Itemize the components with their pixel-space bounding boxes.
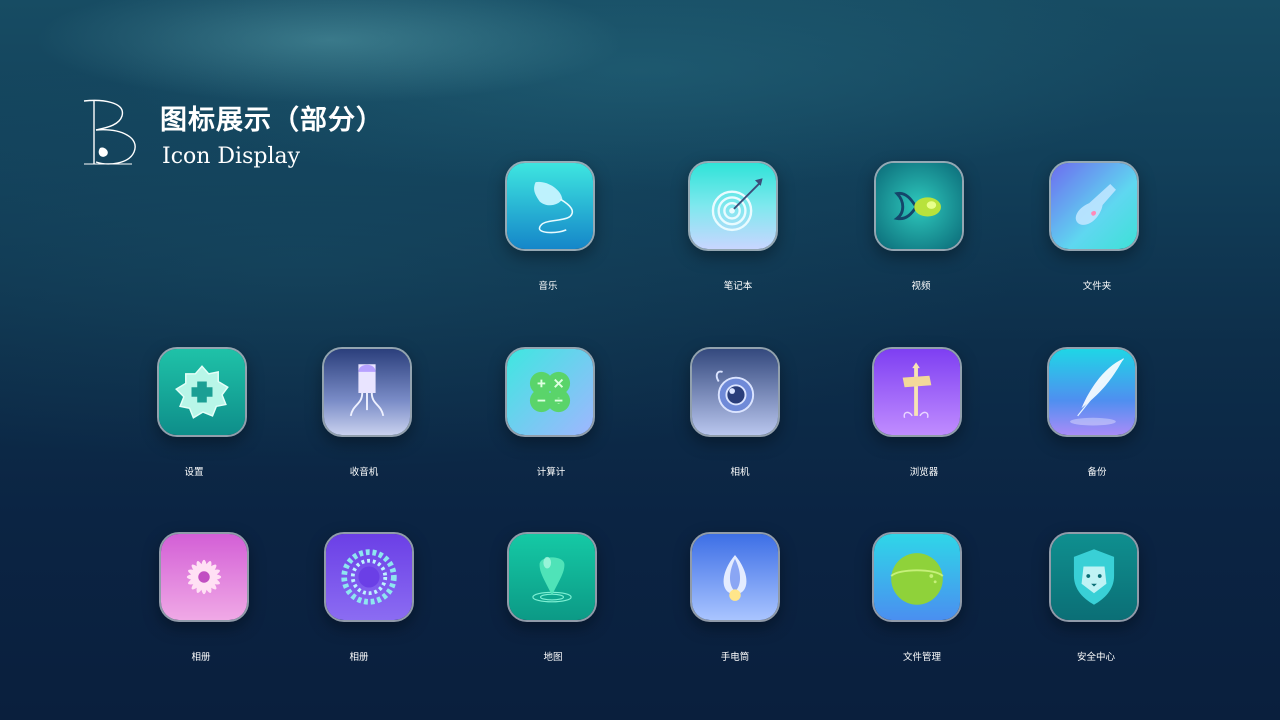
radio-app-button[interactable] bbox=[322, 347, 412, 437]
music-app-button[interactable] bbox=[505, 161, 595, 251]
label-browser: 浏览器 bbox=[909, 467, 939, 478]
security-center-icon bbox=[1051, 534, 1137, 620]
label-security-center: 安全中心 bbox=[1076, 652, 1115, 663]
browser-icon bbox=[874, 349, 960, 435]
label-calculator: 计算计 bbox=[536, 467, 566, 478]
settings-app-button[interactable] bbox=[157, 347, 247, 437]
camera-icon bbox=[692, 349, 778, 435]
label-settings: 设置 bbox=[184, 467, 204, 478]
notebook-app-button[interactable] bbox=[688, 161, 778, 251]
calculator-icon bbox=[507, 349, 593, 435]
video-app-button[interactable] bbox=[874, 161, 964, 251]
label-album-1: 相册 bbox=[191, 652, 211, 663]
brand-logo bbox=[83, 99, 136, 165]
folder-icon bbox=[1051, 163, 1137, 249]
page-subtitle: Icon Display bbox=[162, 144, 301, 169]
radio-icon bbox=[324, 349, 410, 435]
notebook-icon bbox=[690, 163, 776, 249]
map-icon bbox=[509, 534, 595, 620]
file-manager-app-button[interactable] bbox=[872, 532, 962, 622]
settings-icon bbox=[159, 349, 245, 435]
label-file-manager: 文件管理 bbox=[902, 652, 941, 663]
flashlight-app-button[interactable] bbox=[690, 532, 780, 622]
album-icon bbox=[326, 534, 412, 620]
label-flashlight: 手电筒 bbox=[720, 652, 750, 663]
album-icon bbox=[161, 534, 247, 620]
label-notebook: 笔记本 bbox=[723, 281, 753, 292]
video-icon bbox=[876, 163, 962, 249]
label-backup: 备份 bbox=[1087, 467, 1107, 478]
backup-app-button[interactable] bbox=[1047, 347, 1137, 437]
flashlight-icon bbox=[692, 534, 778, 620]
album-app-button-1[interactable] bbox=[159, 532, 249, 622]
label-camera: 相机 bbox=[730, 467, 750, 478]
folder-app-button[interactable] bbox=[1049, 161, 1139, 251]
file-manager-icon bbox=[874, 534, 960, 620]
label-music: 音乐 bbox=[538, 281, 558, 292]
page-title: 图标展示（部分） bbox=[160, 105, 384, 136]
label-map: 地图 bbox=[543, 652, 563, 663]
calculator-app-button[interactable] bbox=[505, 347, 595, 437]
album-app-button-2[interactable] bbox=[324, 532, 414, 622]
music-icon bbox=[507, 163, 593, 249]
map-app-button[interactable] bbox=[507, 532, 597, 622]
camera-app-button[interactable] bbox=[690, 347, 780, 437]
browser-app-button[interactable] bbox=[872, 347, 962, 437]
backup-icon bbox=[1049, 349, 1135, 435]
label-album-2: 相册 bbox=[349, 652, 369, 663]
label-radio: 收音机 bbox=[349, 467, 379, 478]
security-center-app-button[interactable] bbox=[1049, 532, 1139, 622]
label-video: 视频 bbox=[911, 281, 931, 292]
label-folder: 文件夹 bbox=[1082, 281, 1112, 292]
